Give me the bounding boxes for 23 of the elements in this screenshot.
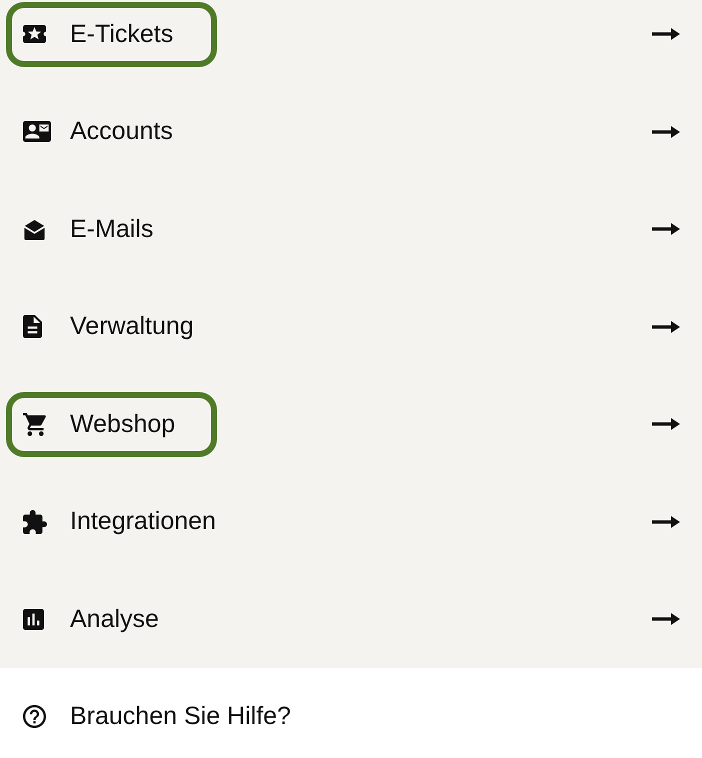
menu-link[interactable]: Integrationen [6,489,242,554]
contact-card-icon [23,121,51,142]
right-arrow-icon[interactable] [652,418,680,430]
menu-link[interactable]: Webshop [6,392,217,457]
right-arrow-icon[interactable] [652,320,680,333]
puzzle-piece-icon [23,510,47,534]
menu-link[interactable]: Verwaltung [6,294,220,360]
shopping-cart-icon [23,412,47,436]
right-arrow-icon[interactable] [652,28,680,40]
menu-link[interactable]: Analyse [6,586,217,652]
document-icon [23,315,42,338]
help-icon [23,704,46,728]
right-arrow-icon[interactable] [652,126,680,138]
bar-chart-icon [23,608,44,630]
right-arrow-icon[interactable] [652,613,680,626]
menu-link[interactable]: Accounts [6,99,217,164]
menu-link[interactable]: E-Mails [6,196,217,262]
menu-link[interactable]: E-Tickets [6,2,217,67]
right-arrow-icon[interactable] [652,223,680,236]
open-envelope-icon [23,218,46,240]
right-arrow-icon[interactable] [652,516,680,528]
help-link[interactable]: Brauchen Sie Hilfe? [23,702,291,730]
ticket-icon [23,25,46,44]
